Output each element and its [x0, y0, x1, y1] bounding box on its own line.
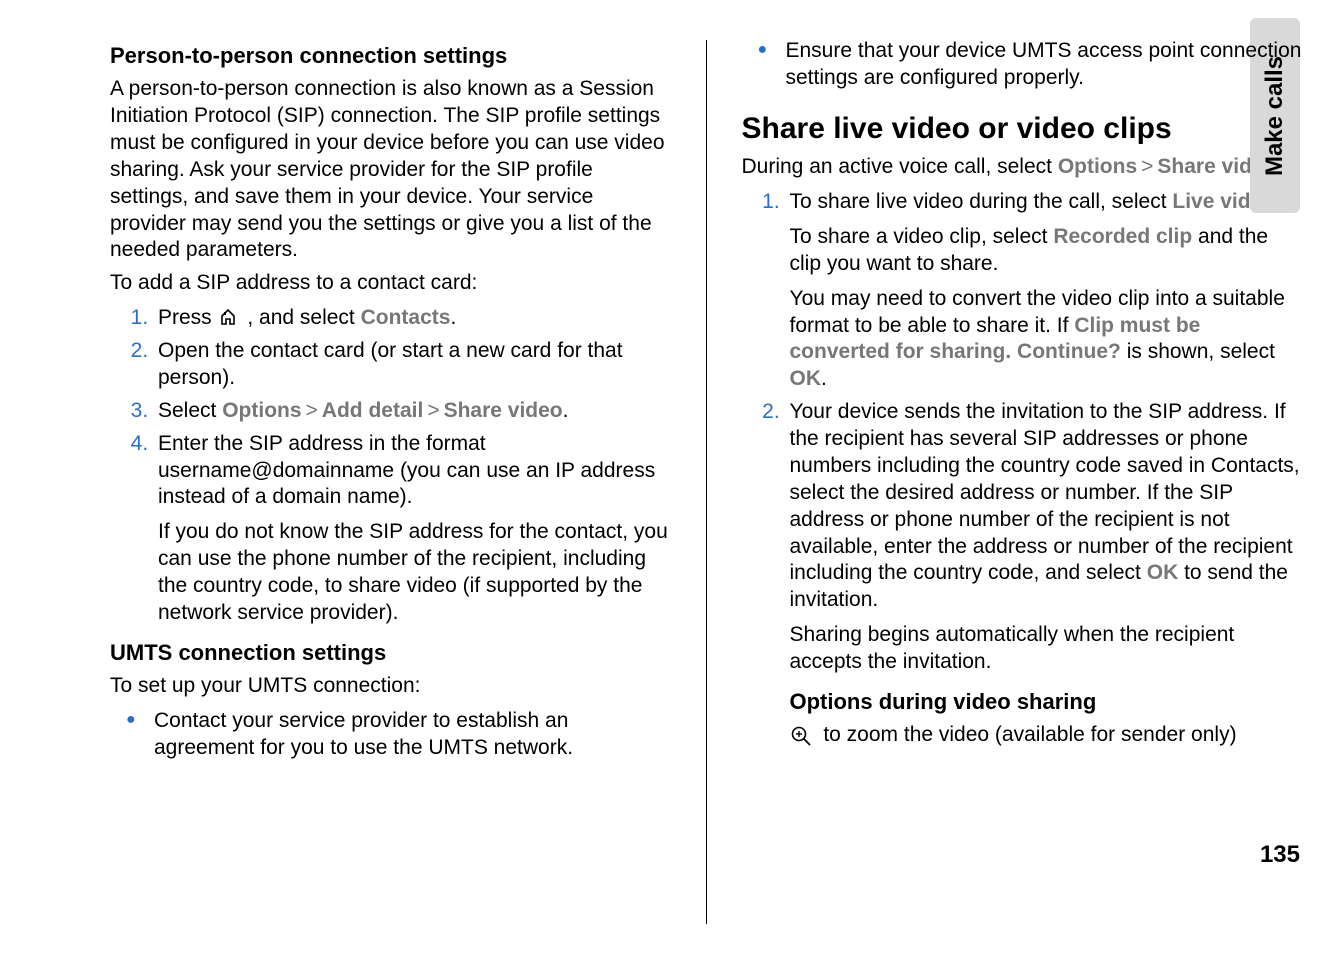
- chevron-right-icon: >: [306, 399, 318, 422]
- heading-options-sharing: Options during video sharing: [790, 688, 1303, 716]
- text: , and select: [242, 306, 361, 329]
- ui-add-detail: Add detail: [322, 399, 424, 422]
- home-key-icon: [218, 307, 238, 327]
- ui-ok: OK: [790, 367, 822, 390]
- page-body: Person-to-person connection settings A p…: [0, 0, 1322, 954]
- ui-share-video: Share video: [444, 399, 563, 422]
- text: Press: [158, 306, 218, 329]
- step-4-note: If you do not know the SIP address for t…: [158, 519, 671, 627]
- bullets-umts: Contact your service provider to establi…: [110, 708, 671, 762]
- para-add-sip: To add a SIP address to a contact card:: [110, 270, 671, 297]
- para-p2p-intro: A person-to-person connection is also kn…: [110, 76, 671, 264]
- ui-ok: OK: [1147, 561, 1179, 584]
- bullet-ensure-ap: Ensure that your device UMTS access poin…: [786, 38, 1303, 92]
- step-1: To share live video during the call, sel…: [786, 189, 1303, 393]
- page-number: 135: [1260, 841, 1300, 869]
- option-zoom: to zoom the video (available for sender …: [790, 722, 1303, 749]
- steps-share-video: To share live video during the call, sel…: [742, 189, 1303, 749]
- ui-options: Options: [1058, 155, 1137, 178]
- text: .: [450, 306, 456, 329]
- text: Your device sends the invitation to the …: [790, 400, 1300, 584]
- steps-add-sip: Press , and select Contacts. Open the co…: [110, 305, 671, 627]
- text: Enter the SIP address in the format user…: [158, 432, 655, 509]
- column-divider: [706, 40, 707, 924]
- chevron-right-icon: >: [1141, 155, 1153, 178]
- left-column: Person-to-person connection settings A p…: [110, 30, 676, 934]
- ui-recorded-clip: Recorded clip: [1053, 225, 1192, 248]
- bullets-umts-cont: Ensure that your device UMTS access poin…: [742, 38, 1303, 92]
- zoom-icon: [790, 725, 812, 747]
- text: You may need to convert the video clip i…: [790, 287, 1285, 337]
- step-3: Select Options>Add detail>Share video.: [154, 398, 671, 425]
- text: To share live video during the call, sel…: [790, 190, 1173, 213]
- text: .: [821, 367, 827, 390]
- text: Select: [158, 399, 222, 422]
- text: To share a video clip, select: [790, 225, 1054, 248]
- text: is shown, select: [1121, 340, 1275, 363]
- step-2-auto: Sharing begins automatically when the re…: [790, 622, 1303, 676]
- heading-share-video: Share live video or video clips: [742, 110, 1303, 148]
- step-1-clip: To share a video clip, select Recorded c…: [790, 224, 1303, 278]
- step-4: Enter the SIP address in the format user…: [154, 431, 671, 627]
- right-column: Ensure that your device UMTS access poin…: [737, 30, 1303, 934]
- chevron-right-icon: >: [427, 399, 439, 422]
- text: .: [563, 399, 569, 422]
- step-1: Press , and select Contacts.: [154, 305, 671, 332]
- text: to zoom the video (available for sender …: [818, 723, 1237, 746]
- step-2: Your device sends the invitation to the …: [786, 399, 1303, 749]
- ui-options: Options: [222, 399, 301, 422]
- step-1-convert: You may need to convert the video clip i…: [790, 286, 1303, 394]
- text: During an active voice call, select: [742, 155, 1058, 178]
- step-2: Open the contact card (or start a new ca…: [154, 338, 671, 392]
- heading-p2p-settings: Person-to-person connection settings: [110, 42, 671, 70]
- ui-contacts: Contacts: [361, 306, 451, 329]
- para-umts-intro: To set up your UMTS connection:: [110, 673, 671, 700]
- bullet-contact-provider: Contact your service provider to establi…: [154, 708, 671, 762]
- para-share-intro: During an active voice call, select Opti…: [742, 154, 1303, 181]
- heading-umts: UMTS connection settings: [110, 639, 671, 667]
